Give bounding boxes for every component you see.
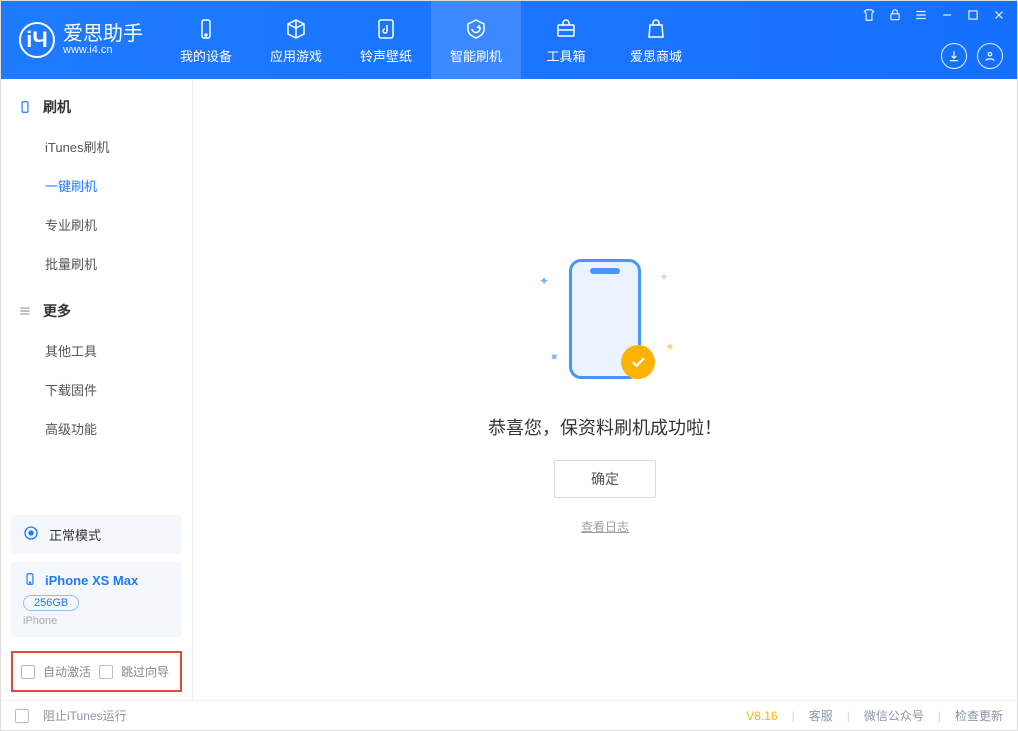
version-label: V8.16 [746,709,777,723]
sidebar-section-title: 更多 [1,283,192,331]
app-name: 爱思助手 [63,24,143,45]
block-itunes-checkbox[interactable] [15,709,29,723]
device-card[interactable]: iPhone XS Max 256GB iPhone [11,562,182,637]
block-itunes-label: 阻止iTunes运行 [43,707,127,724]
nav-tab-label: 应用游戏 [270,46,322,65]
sparkle-icon: ✦ [659,270,669,284]
app-header: іЧ 爱思助手 www.i4.cn 我的设备 应用游戏 铃声壁纸 智能刷机 工具箱 爱思商… [1,1,1017,79]
nav-tab-cube[interactable]: 应用游戏 [251,1,341,79]
user-button[interactable] [977,43,1003,69]
device-phone-icon [23,572,37,589]
cube-icon [283,16,309,42]
footer-link-update[interactable]: 检查更新 [955,707,1003,724]
auto-activate-label: 自动激活 [43,663,91,680]
logo-icon: іЧ [19,22,55,58]
toolbox-icon [553,16,579,42]
nav-tab-label: 智能刷机 [450,46,502,65]
sidebar-item[interactable]: 高级功能 [1,409,192,448]
check-badge-icon [621,345,655,379]
nav-tab-label: 我的设备 [180,46,232,65]
auto-activate-checkbox[interactable] [21,665,35,679]
status-bar: 阻止iTunes运行 V8.16 | 客服 | 微信公众号 | 检查更新 [1,700,1017,730]
sparkle-icon: ✦ [546,348,563,365]
sidebar-item[interactable]: 批量刷机 [1,244,192,283]
skip-guide-checkbox[interactable] [99,665,113,679]
download-button[interactable] [941,43,967,69]
skip-guide-label: 跳过向导 [121,663,169,680]
device-icon [193,16,219,42]
sidebar-item[interactable]: 专业刷机 [1,205,192,244]
success-illustration: ✦ ✦ ✦ ✦ [525,244,685,394]
sidebar-item[interactable]: 下载固件 [1,370,192,409]
device-capacity: 256GB [23,595,79,611]
shirt-icon[interactable] [861,7,877,23]
sparkle-icon: ✦ [665,340,675,354]
sparkle-icon: ✦ [539,274,549,288]
lock-icon[interactable] [887,7,903,23]
main-content: ✦ ✦ ✦ ✦ 恭喜您，保资料刷机成功啦！ 确定 查看日志 [193,79,1017,700]
nav-tab-bag[interactable]: 爱思商城 [611,1,701,79]
ok-button[interactable]: 确定 [554,460,656,498]
menu-icon [17,303,33,319]
nav-tab-music[interactable]: 铃声壁纸 [341,1,431,79]
device-name: iPhone XS Max [45,573,138,588]
device-model: iPhone [23,615,170,627]
logo-block: іЧ 爱思助手 www.i4.cn [1,1,161,79]
sidebar-item[interactable]: iTunes刷机 [1,127,192,166]
music-icon [373,16,399,42]
logo-text: 爱思助手 www.i4.cn [63,24,143,57]
window-controls [861,1,1017,23]
nav-tab-toolbox[interactable]: 工具箱 [521,1,611,79]
nav-tab-device[interactable]: 我的设备 [161,1,251,79]
sidebar-item[interactable]: 一键刷机 [1,166,192,205]
nav-tab-refresh[interactable]: 智能刷机 [431,1,521,79]
footer-link-support[interactable]: 客服 [809,707,833,724]
menu-icon[interactable] [913,7,929,23]
nav-tab-label: 铃声壁纸 [360,46,412,65]
refresh-icon [463,16,489,42]
view-log-link[interactable]: 查看日志 [581,518,629,535]
bag-icon [643,16,669,42]
maximize-icon[interactable] [965,7,981,23]
device-mode-card[interactable]: 正常模式 [11,515,182,554]
flash-options-highlighted: 自动激活 跳过向导 [11,651,182,692]
minimize-icon[interactable] [939,7,955,23]
mode-label: 正常模式 [49,525,101,544]
footer-link-wechat[interactable]: 微信公众号 [864,707,924,724]
success-message: 恭喜您，保资料刷机成功啦！ [488,414,722,440]
sidebar-section-title: 刷机 [1,79,192,127]
nav-tab-label: 爱思商城 [630,46,682,65]
close-icon[interactable] [991,7,1007,23]
mode-icon [23,525,39,544]
phone-icon [17,99,33,115]
app-site: www.i4.cn [63,45,143,57]
nav-tab-label: 工具箱 [546,46,585,65]
sidebar-item[interactable]: 其他工具 [1,331,192,370]
nav-tabs: 我的设备 应用游戏 铃声壁纸 智能刷机 工具箱 爱思商城 [161,1,701,79]
sidebar: 刷机iTunes刷机一键刷机专业刷机批量刷机更多其他工具下载固件高级功能 正常模… [1,79,193,700]
